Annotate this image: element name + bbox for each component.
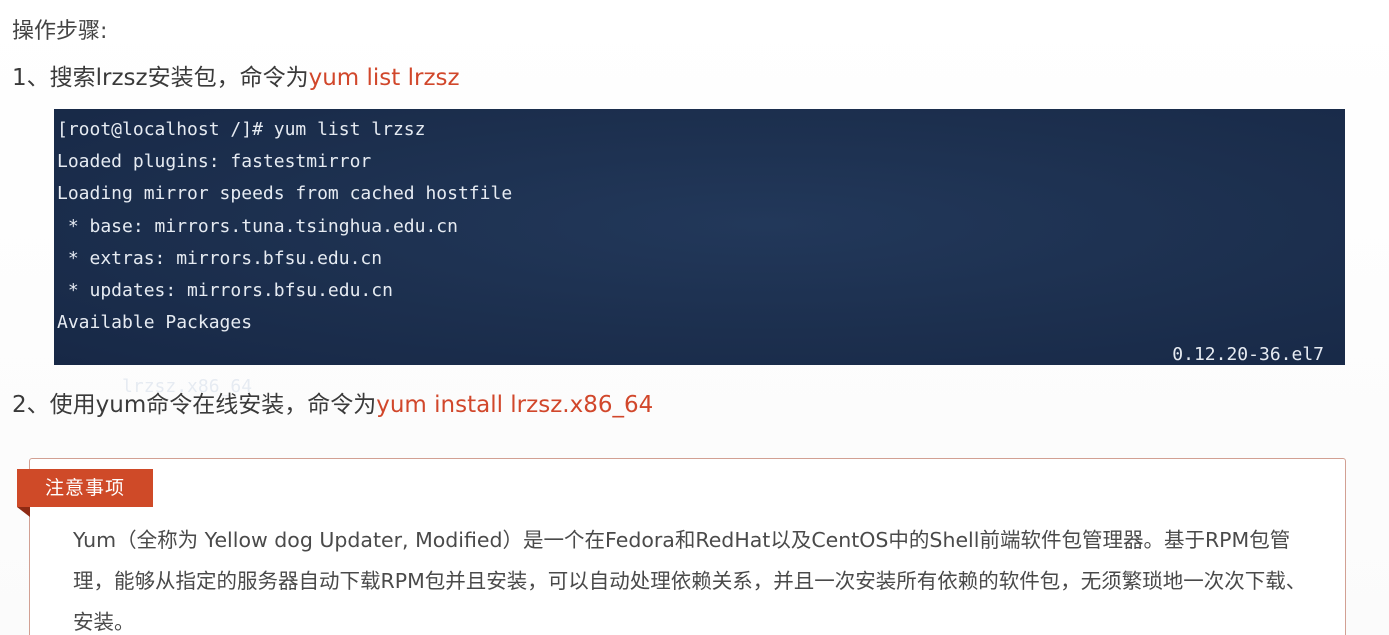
step-2-command: yum install lrzsz.x86_64 [376, 392, 654, 418]
terminal-package-version: 0.12.20-36.el7 [1172, 344, 1324, 366]
terminal-line: * base: mirrors.tuna.tsinghua.edu.cn [57, 215, 458, 237]
terminal-output: [root@localhost /]# yum list lrzsz Loade… [54, 109, 1345, 397]
terminal-line: * extras: mirrors.bfsu.edu.cn [57, 247, 383, 269]
step-2-text: 2、使用yum命令在线安装，命令为 [12, 392, 377, 418]
notice-body-text: Yum（全称为 Yellow dog Updater, Modified）是一个… [73, 528, 1307, 634]
terminal-line: * updates: mirrors.bfsu.edu.cn [57, 279, 393, 301]
step-2: 2、使用yum命令在线安装，命令为yum install lrzsz.x86_6… [12, 389, 653, 421]
steps-heading: 操作步骤: [12, 19, 108, 44]
notice-tag-fold [17, 507, 30, 517]
step-1: 1、搜索lrzsz安装包，命令为yum list lrzsz [12, 62, 460, 94]
terminal-line: Loading mirror speeds from cached hostfi… [57, 183, 513, 205]
terminal-line: Loaded plugins: fastestmirror [57, 151, 372, 173]
notice-box: 注意事项 Yum（全称为 Yellow dog Updater, Modifie… [17, 458, 1346, 635]
notice-tag: 注意事项 [17, 469, 153, 507]
terminal-package-row: lrzsz.x86_64 0.12.20-36.el7 [57, 339, 1342, 397]
terminal-line: [root@localhost /]# yum list lrzsz [57, 119, 426, 140]
document-page: 操作步骤: 1、搜索lrzsz安装包，命令为yum list lrzsz [ro… [0, 0, 1389, 635]
terminal-line: Available Packages [57, 312, 253, 334]
step-1-text: 1、搜索lrzsz安装包，命令为 [12, 65, 309, 91]
step-1-command: yum list lrzsz [308, 65, 460, 91]
